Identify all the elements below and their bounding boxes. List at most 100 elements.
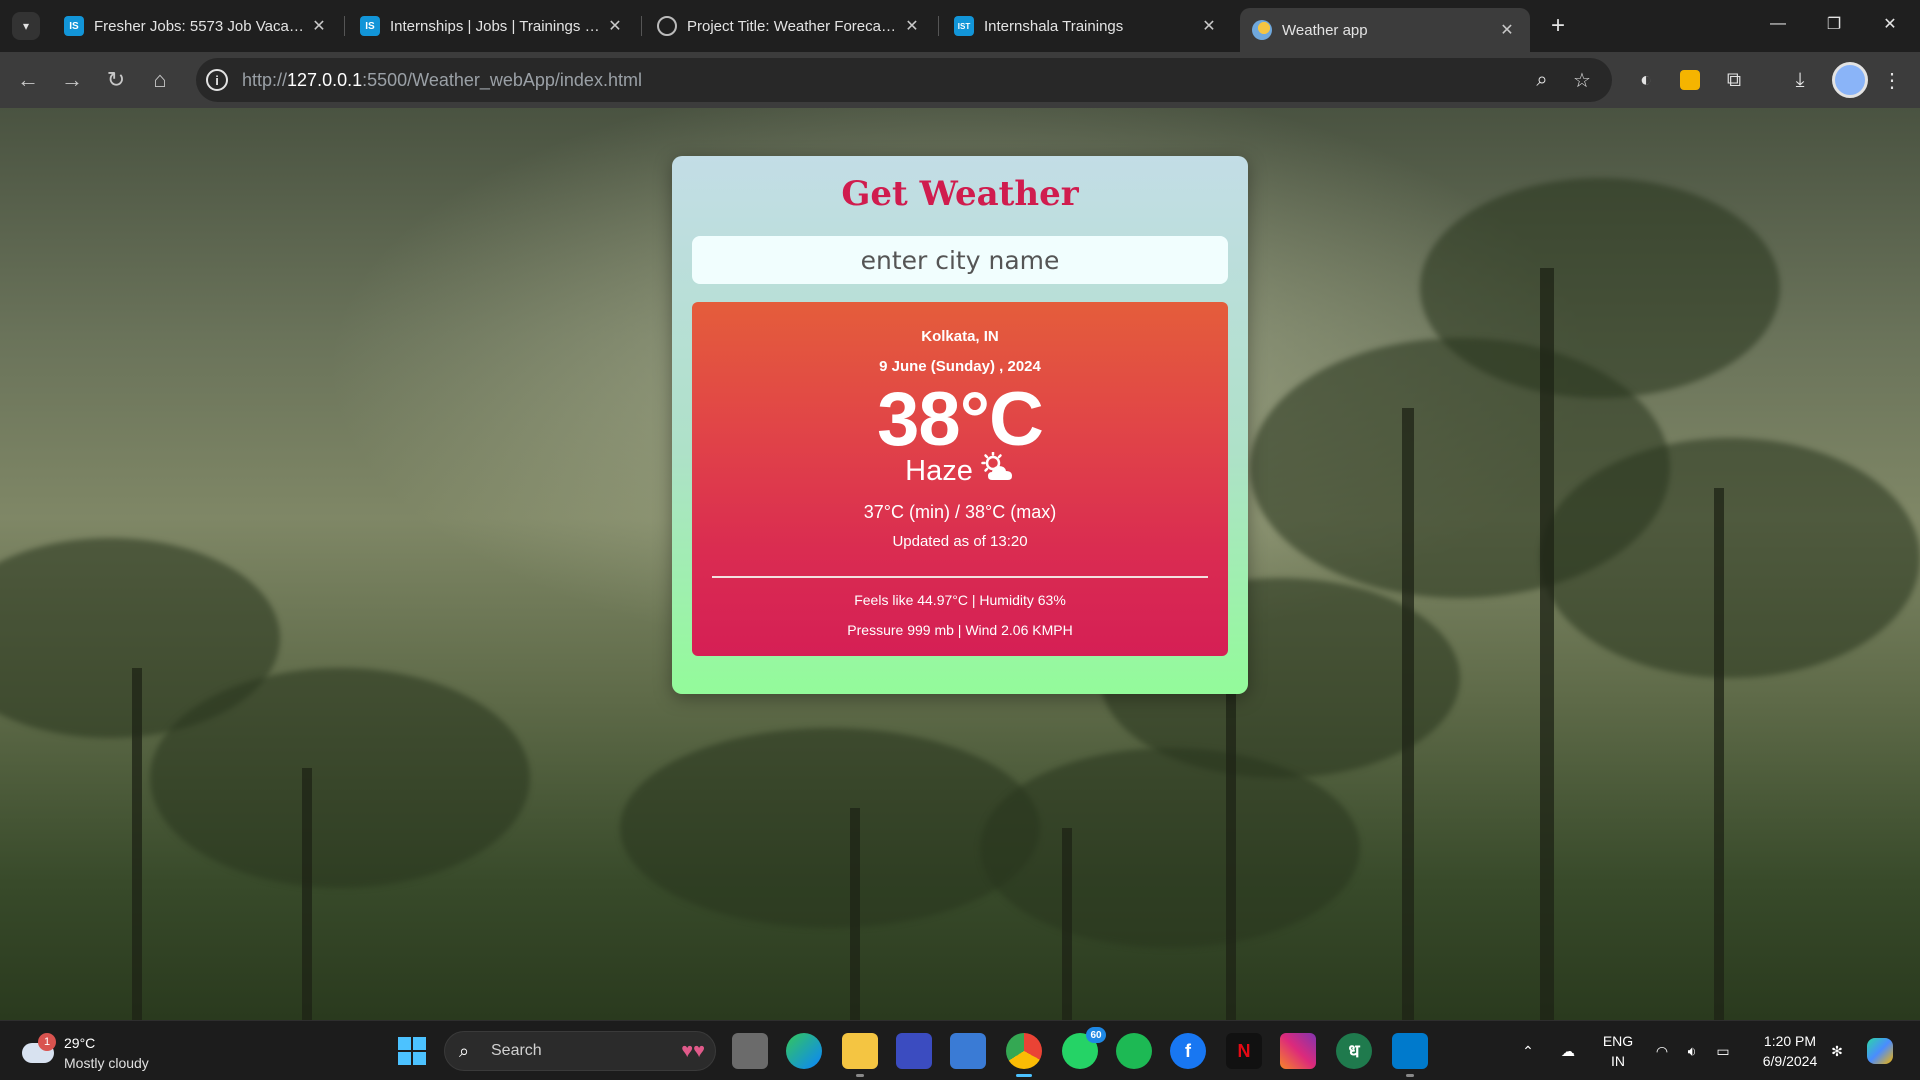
weather-result-panel: Kolkata, IN 9 June (Sunday) , 2024 38°C …: [692, 302, 1228, 656]
facebook-icon[interactable]: f: [1170, 1033, 1206, 1069]
taskbar-search[interactable]: ⌕ Search ♥♥: [444, 1031, 716, 1071]
new-tab-button[interactable]: +: [1544, 12, 1572, 40]
tab-project-title[interactable]: Project Title: Weather Forecast App ✕: [645, 8, 935, 44]
browser-toolbar: ← → ↻ ⌂ i http://127.0.0.1:5500/Weather_…: [0, 52, 1920, 108]
download-icon[interactable]: ⤓: [1784, 64, 1816, 96]
search-label: Search: [491, 1042, 542, 1059]
zoom-icon[interactable]: ⌕: [1528, 66, 1556, 94]
tab-separator: [641, 16, 642, 36]
chrome-icon[interactable]: [1006, 1033, 1042, 1077]
hindi-app-icon[interactable]: ध: [1336, 1033, 1372, 1069]
reload-button[interactable]: ↻: [100, 64, 132, 96]
weather-card: Get Weather Kolkata, IN 9 June (Sunday) …: [672, 156, 1248, 694]
extensions-puzzle-icon[interactable]: ⧉: [1718, 64, 1750, 96]
profile-avatar[interactable]: [1832, 62, 1868, 98]
battery-icon[interactable]: ▭: [1710, 1021, 1736, 1080]
file-explorer-icon[interactable]: [842, 1033, 878, 1077]
updated-time: Updated as of 13:20: [892, 533, 1028, 550]
widget-temperature: 29°C: [64, 1035, 96, 1051]
condition-label: Haze: [905, 454, 973, 487]
language-line2: IN: [1611, 1053, 1625, 1069]
wifi-icon[interactable]: ◠: [1650, 1021, 1674, 1080]
tab-fresher-jobs[interactable]: IS Fresher Jobs: 5573 Job Vacancies ✕: [52, 8, 342, 44]
volume-icon[interactable]: 🔉︎: [1680, 1021, 1704, 1080]
search-highlight-icon: ♥♥: [681, 1040, 705, 1062]
weather-date: 9 June (Sunday) , 2024: [879, 358, 1041, 375]
extension-yellow-icon[interactable]: [1674, 64, 1706, 96]
close-icon[interactable]: ✕: [604, 16, 626, 36]
menu-kebab-icon[interactable]: ⋮: [1876, 64, 1908, 96]
notes-app-icon[interactable]: [896, 1033, 932, 1069]
temperature: 38°C: [877, 377, 1044, 462]
tab-internships[interactable]: IS Internships | Jobs | Trainings & More…: [348, 8, 638, 44]
url-text[interactable]: http://127.0.0.1:5500/Weather_webApp/ind…: [242, 70, 642, 91]
extension-icon[interactable]: ◐: [1630, 64, 1662, 96]
url-prefix: http://: [242, 70, 288, 90]
tab-strip: ▾ IS Fresher Jobs: 5573 Job Vacancies ✕ …: [0, 0, 1920, 52]
internshala-trainings-icon: IST: [954, 16, 974, 36]
weather-widget[interactable]: 1 29°C Mostly cloudy: [22, 1029, 192, 1073]
microsoft-store-icon[interactable]: [950, 1033, 986, 1069]
internshala-icon: IS: [360, 16, 380, 36]
city-search-input[interactable]: [692, 236, 1228, 284]
site-info-icon[interactable]: i: [206, 69, 228, 91]
tab-separator: [344, 16, 345, 36]
divider: [712, 576, 1208, 578]
tab-title: Project Title: Weather Forecast App: [687, 17, 901, 35]
pressure-wind: Pressure 999 mb | Wind 2.06 KMPH: [847, 622, 1073, 638]
task-view-icon[interactable]: [732, 1033, 768, 1069]
globe-icon: [657, 16, 677, 36]
close-window-button[interactable]: ✕: [1862, 0, 1918, 48]
url-host: 127.0.0.1: [287, 70, 363, 90]
clock-date: 6/9/2024: [1762, 1053, 1818, 1069]
vscode-icon[interactable]: [1392, 1033, 1428, 1077]
weather-condition: Haze: [692, 451, 1228, 490]
notification-badge: 1: [38, 1033, 56, 1051]
bookmark-star-icon[interactable]: ☆: [1568, 66, 1596, 94]
tab-title: Fresher Jobs: 5573 Job Vacancies: [94, 17, 308, 35]
tab-internshala-trainings[interactable]: IST Internshala Trainings ✕: [942, 8, 1232, 44]
tab-title: Internshala Trainings: [984, 17, 1124, 35]
close-icon[interactable]: ✕: [901, 16, 923, 36]
internshala-icon: IS: [64, 16, 84, 36]
language-line1: ENG: [1602, 1033, 1634, 1049]
close-icon[interactable]: ✕: [308, 16, 330, 36]
sun-cloud-icon: [981, 451, 1015, 490]
tab-title: Internships | Jobs | Trainings & More: [390, 17, 604, 35]
close-icon[interactable]: ✕: [1496, 20, 1518, 40]
focus-assist-icon[interactable]: ✻: [1822, 1021, 1852, 1080]
language-indicator[interactable]: ENG IN: [1596, 1031, 1640, 1071]
spotify-icon[interactable]: [1116, 1033, 1152, 1069]
feels-like-humidity: Feels like 44.97°C | Humidity 63%: [854, 592, 1066, 608]
weather-app-icon: [1252, 20, 1272, 40]
restore-button[interactable]: ❐: [1806, 0, 1862, 48]
min-max-temperature: 37°C (min) / 38°C (max): [863, 502, 1057, 522]
start-button[interactable]: [398, 1037, 426, 1065]
clock[interactable]: 1:20 PM 6/9/2024: [1748, 1031, 1832, 1071]
whatsapp-icon[interactable]: 60: [1062, 1027, 1106, 1069]
netflix-icon[interactable]: N: [1226, 1033, 1262, 1069]
minimize-button[interactable]: —: [1750, 0, 1806, 48]
tab-weather-app[interactable]: Weather app ✕: [1240, 8, 1530, 52]
taskbar: 1 29°C Mostly cloudy ⌕ Search ♥♥ 60 f N …: [0, 1020, 1920, 1080]
chevron-up-icon[interactable]: ⌃: [1516, 1021, 1540, 1080]
city-name: Kolkata, IN: [921, 328, 999, 345]
search-icon: ⌕: [459, 1041, 470, 1061]
onedrive-icon[interactable]: ☁: [1554, 1021, 1582, 1080]
copilot-icon[interactable]: [1862, 1021, 1898, 1080]
forward-button[interactable]: →: [56, 64, 88, 96]
clock-time: 1:20 PM: [1763, 1033, 1817, 1049]
close-icon[interactable]: ✕: [1198, 16, 1220, 36]
home-button[interactable]: ⌂: [144, 64, 176, 96]
tab-separator: [938, 16, 939, 36]
instagram-icon[interactable]: [1280, 1033, 1316, 1069]
widget-description: Mostly cloudy: [64, 1055, 149, 1071]
whatsapp-badge: 60: [1086, 1027, 1106, 1043]
tab-search-button[interactable]: ▾: [12, 12, 40, 40]
tab-title: Weather app: [1282, 21, 1368, 39]
address-bar[interactable]: i http://127.0.0.1:5500/Weather_webApp/i…: [196, 58, 1612, 102]
back-button[interactable]: ←: [12, 64, 44, 96]
page-title: Get Weather: [841, 174, 1079, 214]
edge-icon[interactable]: [786, 1033, 822, 1069]
url-path: :5500/Weather_webApp/index.html: [362, 70, 642, 90]
